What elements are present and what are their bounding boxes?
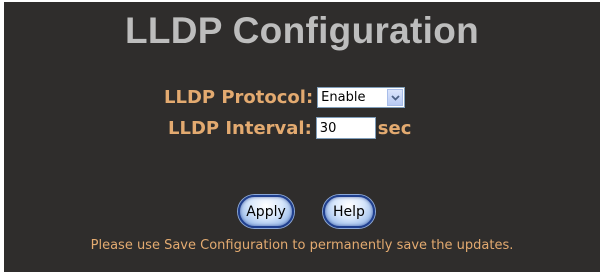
save-note: Please use Save Configuration to permane… bbox=[90, 238, 514, 253]
help-button[interactable]: Help bbox=[323, 195, 375, 228]
interval-input-value: 30 bbox=[319, 120, 337, 136]
interval-unit: sec bbox=[377, 117, 412, 139]
interval-label: LLDP Interval: bbox=[168, 117, 312, 139]
lldp-config-panel: LLDP Configuration LLDP Protocol: Enable… bbox=[4, 2, 600, 272]
protocol-label: LLDP Protocol: bbox=[164, 87, 314, 108]
protocol-select[interactable]: Enable bbox=[317, 87, 406, 108]
interval-input[interactable]: 30 bbox=[315, 117, 376, 139]
page-title: LLDP Configuration bbox=[124, 10, 480, 51]
protocol-select-value: Enable bbox=[321, 90, 366, 105]
interval-row: LLDP Interval: 30 sec bbox=[168, 117, 411, 139]
chevron-down-icon[interactable] bbox=[387, 89, 404, 106]
protocol-row: LLDP Protocol: Enable bbox=[164, 87, 406, 108]
apply-button[interactable]: Apply bbox=[238, 195, 294, 228]
